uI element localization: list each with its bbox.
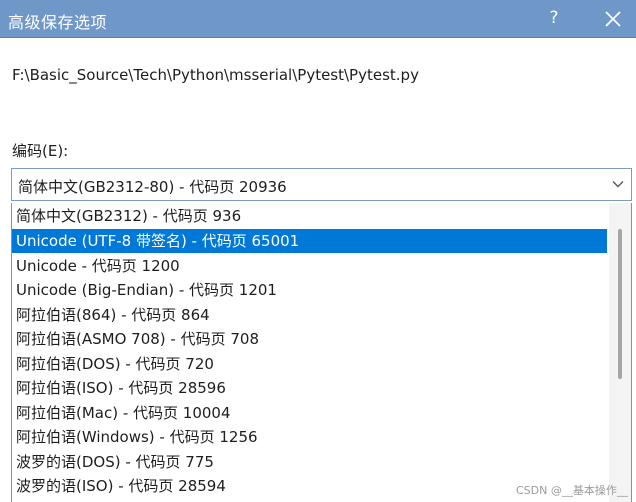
encoding-selected-value: 简体中文(GB2312-80) - 代码页 20936 [18,178,287,196]
dropdown-scrollbar[interactable] [609,203,631,502]
encoding-option[interactable]: 波罗的语(DOS) - 代码页 775 [12,450,607,474]
watermark-text: CSDN @__基本操作__ [516,484,628,497]
encoding-dropdown-list: 简体中文(GB2312) - 代码页 936 Unicode (UTF-8 带签… [11,203,632,502]
encoding-option[interactable]: 阿拉伯语(ASMO 708) - 代码页 708 [12,327,607,351]
advanced-save-options-dialog: 高级保存选项 ? F:\Basic_Source\Tech\Python\mss… [0,0,636,502]
encoding-option[interactable]: Unicode (Big-Endian) - 代码页 1201 [12,278,607,302]
help-button[interactable]: ? [540,4,568,32]
encoding-option[interactable]: 阿拉伯语(864) - 代码页 864 [12,303,607,327]
title-bar: 高级保存选项 ? [0,0,636,38]
encoding-option[interactable]: 简体中文(GB2312) - 代码页 936 [12,204,607,228]
close-icon [605,11,621,27]
encoding-option[interactable]: 阿拉伯语(Mac) - 代码页 10004 [12,401,607,425]
encoding-option[interactable]: 阿拉伯语(Windows) - 代码页 1256 [12,425,607,449]
encoding-label: 编码(E): [12,142,69,160]
close-button[interactable] [598,4,628,34]
encoding-combobox[interactable]: 简体中文(GB2312-80) - 代码页 20936 [11,168,632,201]
scrollbar-thumb[interactable] [618,229,622,379]
encoding-option-selected[interactable]: Unicode (UTF-8 带签名) - 代码页 65001 [12,229,607,253]
file-path: F:\Basic_Source\Tech\Python\msserial\Pyt… [12,66,419,84]
chevron-down-icon [612,181,624,188]
encoding-option[interactable]: 阿拉伯语(ISO) - 代码页 28596 [12,376,607,400]
dialog-title: 高级保存选项 [8,13,108,32]
encoding-option[interactable]: Unicode - 代码页 1200 [12,254,607,278]
encoding-option[interactable]: 阿拉伯语(DOS) - 代码页 720 [12,352,607,376]
